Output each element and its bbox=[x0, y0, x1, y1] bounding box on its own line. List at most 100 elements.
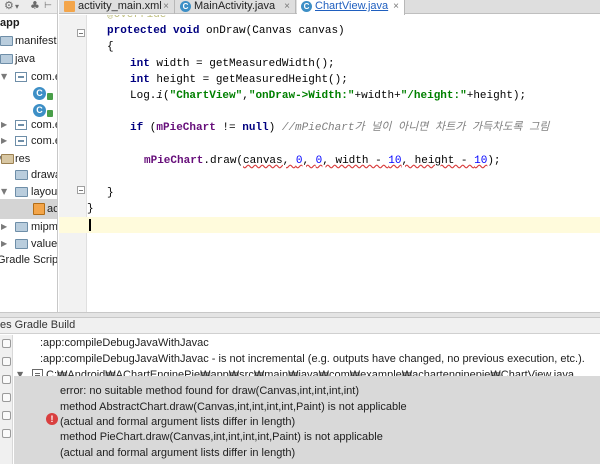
tab-label: MainActivity.java bbox=[194, 0, 276, 12]
tree-item-label: manifests bbox=[15, 35, 58, 47]
tree-item-label: com.e bbox=[31, 135, 58, 147]
keyword: void bbox=[173, 25, 200, 37]
code-line: if (mPieChart != null) //mPieChart가 널이 아… bbox=[59, 120, 600, 136]
gear-icon[interactable]: ⚙ bbox=[4, 0, 14, 12]
tree-item-gradle-scripts[interactable]: Gradle Script bbox=[0, 250, 57, 270]
tree-item-package-androidtest[interactable]: ▶ com.e bbox=[0, 131, 58, 151]
messages-toolbar bbox=[0, 335, 13, 464]
field-reference: mPieChart bbox=[144, 155, 204, 167]
number-literal: 10 bbox=[474, 155, 488, 167]
paren: ( bbox=[163, 90, 170, 102]
concat: +width+ bbox=[354, 90, 401, 102]
prev-message-icon[interactable] bbox=[2, 393, 11, 402]
resource-folder-icon bbox=[1, 154, 14, 164]
close-icon[interactable]: × bbox=[163, 0, 169, 13]
code-editor[interactable]: @Override protected void onDraw(Canvas c… bbox=[59, 15, 600, 312]
folder-icon bbox=[0, 36, 13, 46]
code-line-error: mPieChart.draw(canvas, 0, 0, width - 10,… bbox=[59, 153, 600, 169]
brace: } bbox=[107, 187, 114, 199]
collapsed-triangle-icon[interactable]: ▶ bbox=[1, 131, 7, 151]
tree-item-label: app bbox=[0, 17, 20, 29]
tab-chartview-java[interactable]: C ChartView.java × bbox=[297, 0, 405, 15]
error-message[interactable]: (actual and formal argument lists differ… bbox=[60, 414, 295, 430]
project-panel: ⚙ ▾ ♣ ⊢ app manifests java ▼ com.e C C ▶… bbox=[0, 0, 58, 312]
class-icon: C bbox=[33, 87, 46, 100]
argument: , height - bbox=[401, 155, 475, 167]
tab-label: activity_main.xml bbox=[78, 0, 162, 12]
tab-mainactivity-java[interactable]: C MainActivity.java × bbox=[176, 0, 296, 14]
code-line: int width = getMeasuredWidth(); bbox=[59, 56, 600, 72]
project-panel-toolbar: ⚙ ▾ ♣ ⊢ bbox=[0, 0, 57, 14]
rerun-icon[interactable] bbox=[2, 339, 11, 348]
error-message[interactable]: method AbstractChart.draw(Canvas,int,int… bbox=[60, 399, 407, 415]
tree-item-label: java bbox=[15, 53, 36, 65]
code-line: protected void onDraw(Canvas canvas) bbox=[59, 23, 600, 39]
brace: { bbox=[107, 41, 114, 53]
code-line: @Override bbox=[59, 15, 600, 23]
messages-gradle-build-panel: es Gradle Build :app:compileDebugJavaWit… bbox=[0, 318, 600, 464]
brace: } bbox=[87, 203, 94, 215]
tree-item-manifests[interactable]: manifests bbox=[0, 31, 58, 51]
field-reference: mPieChart bbox=[156, 122, 216, 134]
package-icon bbox=[15, 136, 27, 146]
error-message[interactable]: (actual and formal argument lists differ… bbox=[60, 445, 295, 461]
number-literal: 10 bbox=[388, 155, 402, 167]
method-signature: onDraw(Canvas canvas) bbox=[199, 25, 345, 37]
folder-icon bbox=[15, 222, 28, 232]
argument: , width - bbox=[322, 155, 389, 167]
string-literal: "onDraw->Width:" bbox=[248, 90, 355, 102]
folder-icon bbox=[15, 187, 28, 197]
tree-item-label: ac bbox=[47, 203, 58, 215]
comma: , bbox=[242, 90, 249, 102]
error-icon: ! bbox=[46, 413, 58, 425]
method-call: .draw( bbox=[203, 155, 244, 167]
dropdown-icon[interactable]: ▾ bbox=[15, 2, 19, 11]
tree-item-java[interactable]: java bbox=[0, 49, 57, 69]
close-icon[interactable]: × bbox=[284, 0, 290, 13]
code-line: } bbox=[59, 201, 600, 217]
code-line: Log.i("ChartView","onDraw->Width:"+width… bbox=[59, 88, 600, 104]
annotation: @Override bbox=[107, 15, 167, 21]
editor-tab-bar: activity_main.xml × C MainActivity.java … bbox=[59, 0, 600, 15]
panel-title: es Gradle Build bbox=[0, 319, 76, 331]
folder-icon bbox=[0, 54, 13, 64]
export-icon[interactable] bbox=[2, 429, 11, 438]
hide-icon[interactable]: ⊢ bbox=[44, 1, 52, 11]
pin-icon[interactable]: ♣ bbox=[30, 0, 40, 12]
package-icon bbox=[15, 72, 27, 82]
paren: ) bbox=[268, 122, 282, 134]
error-arguments[interactable]: canvas, 0, 0, width - 10, height - 10 bbox=[243, 155, 487, 167]
keyword: int bbox=[130, 58, 150, 70]
width-declaration: width = getMeasuredWidth(); bbox=[149, 58, 335, 70]
argument: , bbox=[302, 155, 316, 167]
paren: ( bbox=[143, 122, 157, 134]
xml-file-icon bbox=[64, 1, 75, 12]
message-line[interactable]: :app:compileDebugJavaWithJavac - is not … bbox=[40, 351, 585, 367]
keyword: protected bbox=[107, 25, 167, 37]
error-message[interactable]: method PieChart.draw(Canvas,int,int,int,… bbox=[60, 429, 383, 445]
messages-panel-header: es Gradle Build bbox=[0, 318, 600, 334]
argument: canvas, bbox=[243, 155, 296, 167]
operator: != bbox=[215, 122, 243, 134]
code-line: { bbox=[59, 39, 600, 55]
message-line[interactable]: :app:compileDebugJavaWithJavac bbox=[40, 335, 209, 351]
concat: +height); bbox=[466, 90, 527, 102]
layout-file-icon bbox=[33, 203, 45, 215]
stop-icon[interactable] bbox=[2, 357, 11, 366]
lock-icon bbox=[47, 93, 53, 100]
string-literal: "ChartView" bbox=[169, 90, 243, 102]
folder-icon bbox=[15, 170, 28, 180]
next-message-icon[interactable] bbox=[2, 411, 11, 420]
code-line-current[interactable] bbox=[59, 217, 600, 233]
error-message[interactable]: error: no suitable method found for draw… bbox=[60, 383, 359, 399]
tab-activity-main-xml[interactable]: activity_main.xml × bbox=[60, 0, 175, 14]
tab-label: ChartView.java bbox=[315, 0, 389, 12]
text-caret bbox=[89, 219, 91, 231]
close-icon[interactable]: × bbox=[393, 0, 399, 13]
tree-item-activity-main-xml[interactable]: ac bbox=[0, 199, 58, 219]
class-icon: C bbox=[301, 1, 312, 12]
string-literal: "/height:" bbox=[400, 90, 467, 102]
paren: ); bbox=[487, 155, 501, 167]
folder-icon bbox=[15, 239, 28, 249]
tree-item-app[interactable]: app bbox=[0, 13, 57, 33]
